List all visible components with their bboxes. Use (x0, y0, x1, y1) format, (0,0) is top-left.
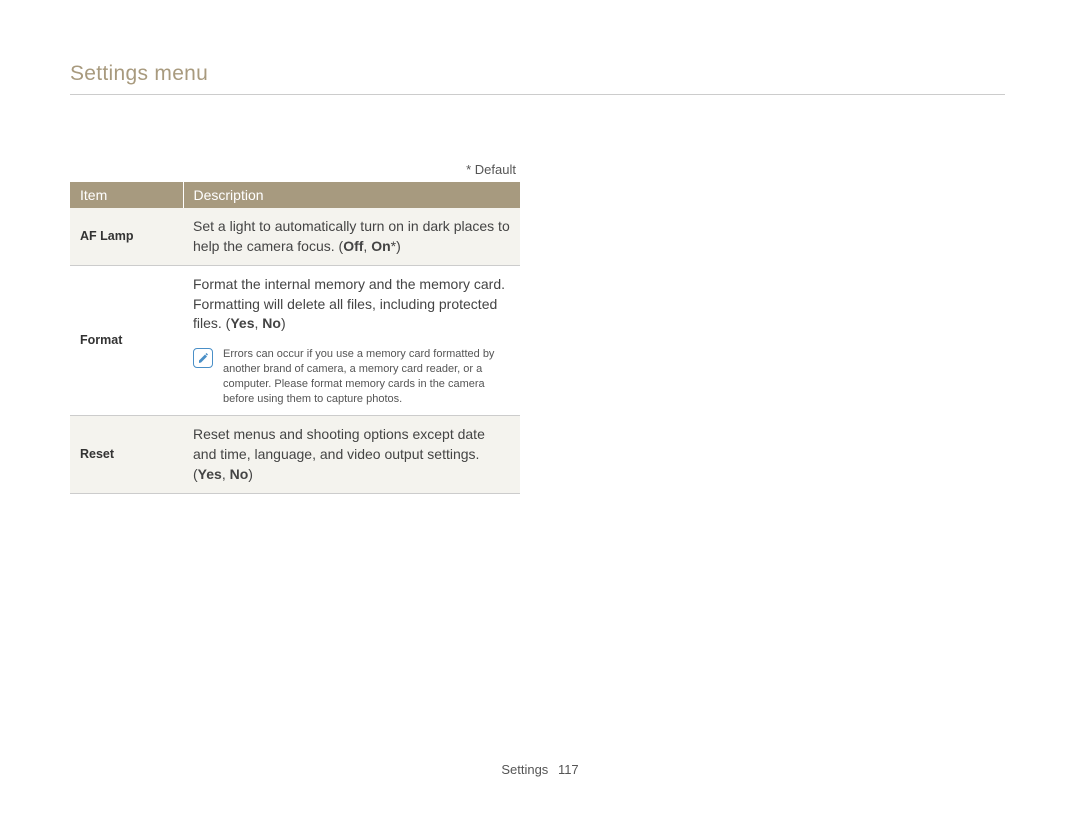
row-item-label: Reset (70, 416, 183, 494)
page-footer: Settings 117 (0, 762, 1080, 777)
desc-post: ) (396, 238, 401, 254)
default-note: * Default (70, 162, 520, 177)
option-no: No (230, 466, 249, 482)
option-off: Off (343, 238, 363, 254)
option-yes: Yes (230, 315, 254, 331)
option-on: On (371, 238, 390, 254)
row-item-label: Format (70, 266, 183, 416)
title-divider (70, 94, 1005, 95)
desc-post: ) (281, 315, 286, 331)
table-row: Format Format the internal memory and th… (70, 266, 520, 416)
table-row: AF Lamp Set a light to automatically tur… (70, 208, 520, 266)
page-title: Settings menu (70, 62, 208, 86)
row-item-label: AF Lamp (70, 208, 183, 266)
note-box: Errors can occur if you use a memory car… (193, 342, 510, 406)
header-description: Description (183, 182, 520, 208)
option-sep: , (222, 466, 230, 482)
row-description: Format the internal memory and the memor… (183, 266, 520, 416)
table-row: Reset Reset menus and shooting options e… (70, 416, 520, 494)
row-description: Reset menus and shooting options except … (183, 416, 520, 494)
content-area: * Default Item Description AF Lamp Set a… (70, 162, 520, 494)
table-header-row: Item Description (70, 182, 520, 208)
desc-post: ) (248, 466, 253, 482)
pencil-icon (198, 352, 208, 364)
footer-page-number: 117 (558, 762, 579, 777)
footer-section: Settings (501, 762, 548, 777)
row-description: Set a light to automatically turn on in … (183, 208, 520, 266)
note-text: Errors can occur if you use a memory car… (223, 347, 510, 406)
header-item: Item (70, 182, 183, 208)
option-no: No (262, 315, 281, 331)
settings-table: Item Description AF Lamp Set a light to … (70, 182, 520, 494)
note-icon (193, 348, 213, 368)
option-yes: Yes (198, 466, 222, 482)
